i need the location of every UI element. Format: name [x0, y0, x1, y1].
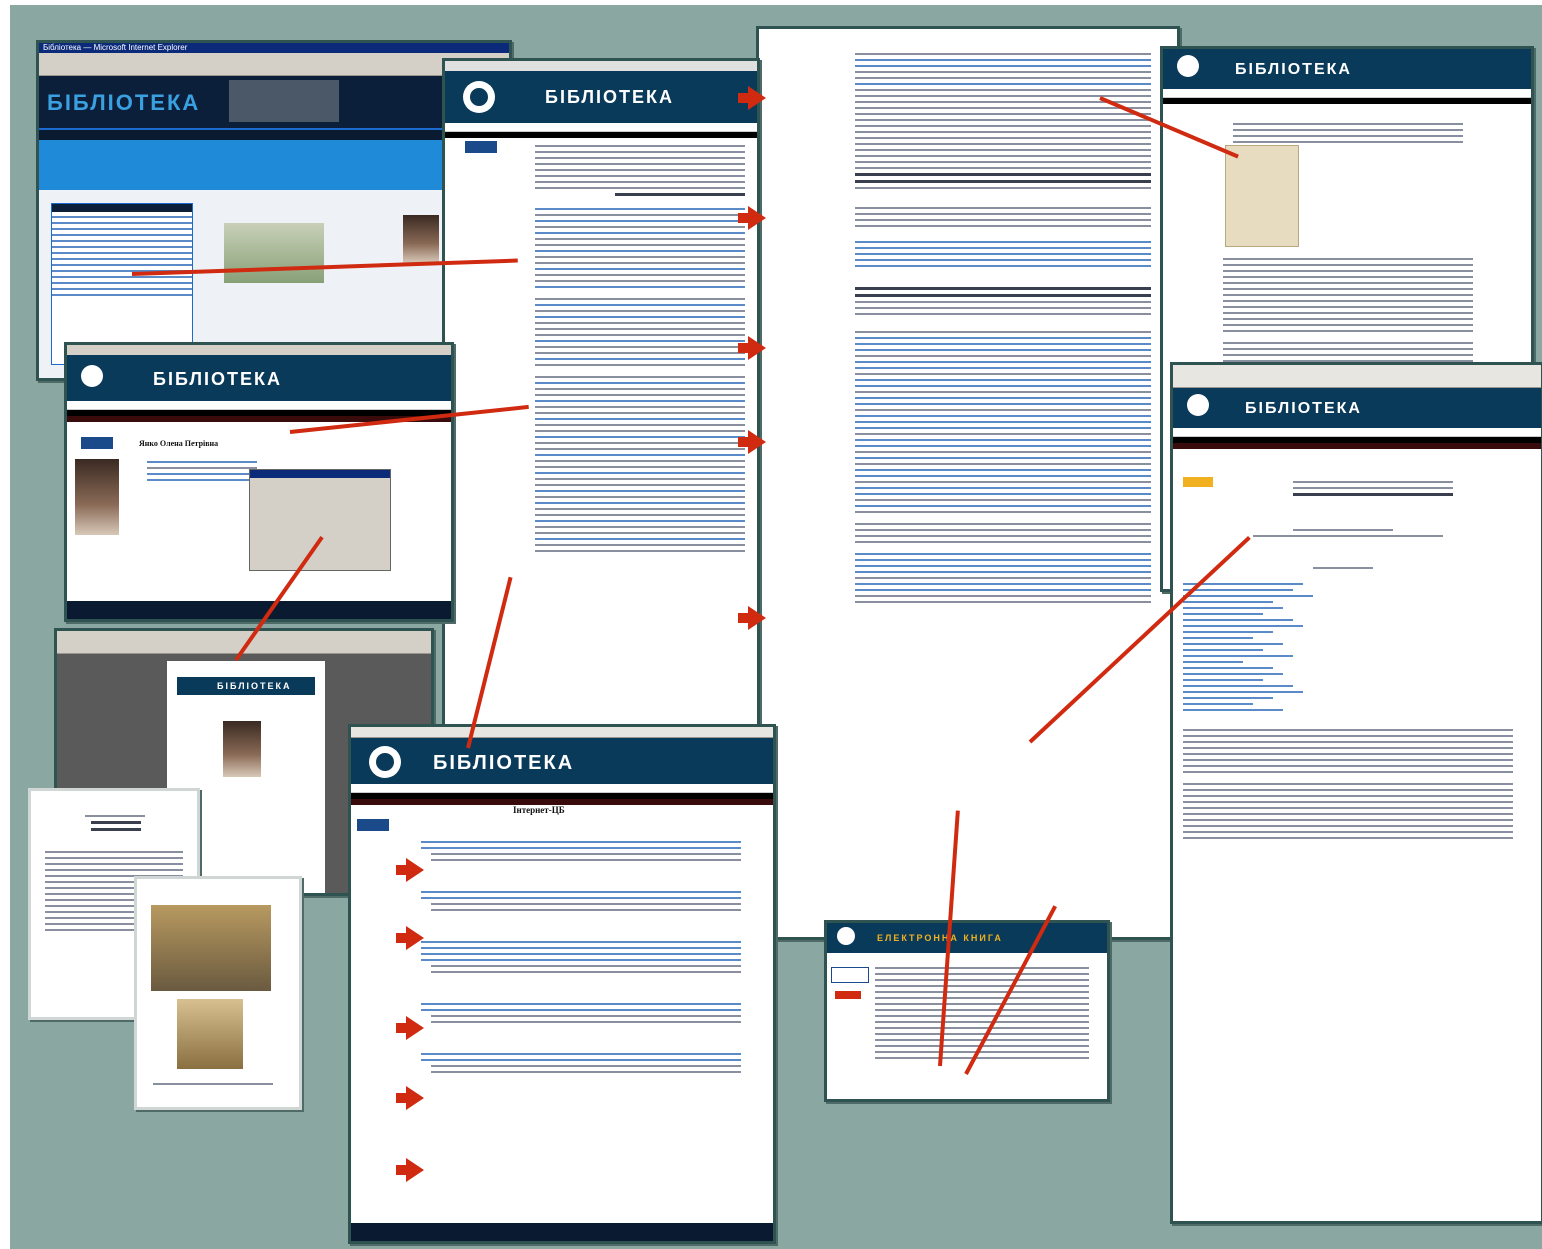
logo-icon [463, 81, 495, 113]
site-brand: БІБЛІОТЕКА [1245, 400, 1362, 417]
arrow-icon [738, 93, 752, 103]
search-bar[interactable] [39, 140, 509, 190]
logo-icon [369, 746, 401, 778]
collage: Бібліотека — Microsoft Internet Explorer… [0, 0, 1542, 1249]
badge [81, 437, 113, 449]
site-navbar[interactable] [39, 128, 509, 140]
photo-document [134, 876, 302, 1110]
badge [357, 819, 389, 831]
profile-photo [75, 459, 119, 535]
site-banner: БІБЛІОТЕКА [67, 355, 451, 401]
status-bar [351, 1223, 773, 1241]
badge [1183, 477, 1213, 487]
arrow-icon [396, 1165, 410, 1175]
arrow-icon [738, 343, 752, 353]
browser-window-a: Бібліотека — Microsoft Internet Explorer… [36, 40, 512, 381]
profile-name: Янко Олена Петрівна [139, 439, 219, 448]
ebook-banner: ЕЛЕКТРОННА КНИГА [827, 923, 1107, 953]
sidebar-menu[interactable] [51, 203, 193, 365]
title-bar: Бібліотека — Microsoft Internet Explorer [39, 43, 509, 53]
site-brand: БІБЛІОТЕКА [433, 752, 575, 774]
browser-toolbar[interactable] [39, 53, 509, 76]
site-banner: БІБЛІОТЕКА [351, 738, 773, 784]
archive-photo-1 [151, 905, 271, 991]
site-brand: БІБЛІОТЕКА [545, 87, 675, 107]
building-photo [224, 223, 324, 283]
browser-toolbar[interactable] [1173, 365, 1541, 388]
arrow-icon [396, 1093, 410, 1103]
status-bar [67, 601, 451, 619]
arrow-icon [396, 1023, 410, 1033]
arrow-icon [738, 437, 752, 447]
logo-icon [837, 927, 855, 945]
site-banner: БІБЛІОТЕКА [1163, 49, 1531, 89]
badge [465, 141, 497, 153]
ebook-icon[interactable] [831, 967, 869, 983]
logo-icon [1177, 55, 1199, 77]
site-brand: БІБЛІОТЕКА [1235, 61, 1352, 78]
site-brand: БІБЛІОТЕКА [217, 681, 292, 691]
site-banner: БІБЛІОТЕКА [445, 71, 757, 123]
arrow-icon [396, 933, 410, 943]
logo-icon [81, 365, 103, 387]
arrow-icon [396, 865, 410, 875]
site-brand: БІБЛІОТЕКА [153, 369, 283, 389]
site-banner: БІБЛІОТЕКА [39, 76, 509, 128]
arrow-icon [738, 613, 752, 623]
browser-window-h: БІБЛІОТЕКА [1170, 362, 1542, 1224]
download-dialog[interactable] [249, 469, 391, 571]
archive-photo-2 [177, 999, 243, 1069]
pdf-photo [223, 721, 261, 777]
site-banner: БІБЛІОТЕКА [1173, 388, 1541, 428]
arrow-icon [738, 213, 752, 223]
logo-icon [1187, 394, 1209, 416]
window-title: Бібліотека — Microsoft Internet Explorer [43, 43, 188, 52]
ebook-button[interactable] [835, 991, 861, 999]
document-window-g [756, 26, 1180, 940]
portrait-photo [403, 215, 439, 263]
ebook-title: ЕЛЕКТРОННА КНИГА [877, 933, 1003, 943]
banner-photo [229, 80, 339, 122]
browser-window-d: БІБЛІОТЕКА Янко Олена Петрівна [64, 342, 454, 622]
page-heading: Інтернет-ЦБ [513, 805, 565, 815]
document-scan [1225, 145, 1299, 247]
site-brand: БІБЛІОТЕКА [47, 90, 201, 115]
